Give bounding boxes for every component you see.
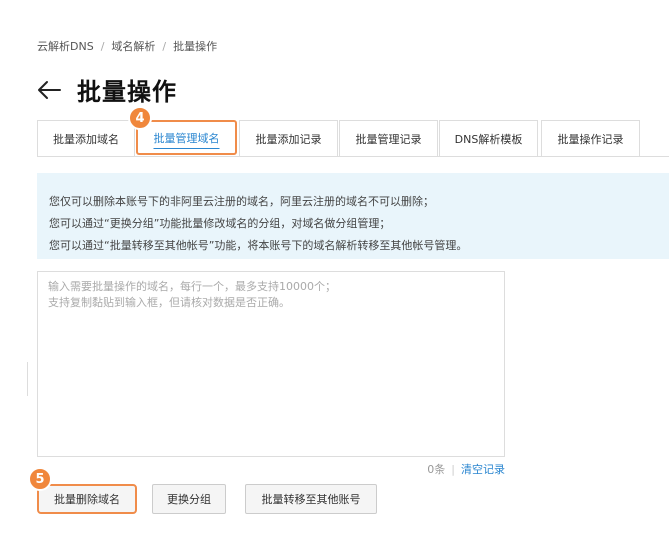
tab-dns-template[interactable]: DNS解析模板: [439, 120, 538, 157]
clear-records-link[interactable]: 清空记录: [461, 463, 505, 476]
breadcrumb-separator: /: [162, 39, 167, 53]
tab-label: 批量添加域名: [53, 132, 119, 146]
tab-batch-manage-domain[interactable]: 批量管理域名: [136, 120, 237, 155]
breadcrumb-item-batch: 批量操作: [173, 40, 218, 53]
notice-line: 您可以通过“更换分组”功能批量修改域名的分组，对域名做分组管理；: [49, 217, 391, 230]
divider-line: [27, 362, 28, 396]
tab-label: 批量操作记录: [557, 132, 624, 146]
notice-line: 您仅可以删除本账号下的非阿里云注册的域名，阿里云注册的域名不可以删除；: [49, 195, 434, 208]
info-notice: 您仅可以删除本账号下的非阿里云注册的域名，阿里云注册的域名不可以删除； 您可以通…: [37, 173, 669, 259]
tab-label: 批量管理记录: [355, 132, 422, 146]
title-row: 批量操作: [37, 72, 177, 107]
tab-label: DNS解析模板: [454, 132, 523, 146]
breadcrumb: 云解析DNS / 域名解析 / 批量操作: [37, 38, 217, 54]
counter-row: 0条 | 清空记录: [37, 461, 505, 477]
page-title: 批量操作: [77, 78, 177, 106]
domain-input[interactable]: [38, 272, 504, 456]
tab-batch-operation-log[interactable]: 批量操作记录: [541, 120, 640, 157]
breadcrumb-separator: /: [100, 39, 105, 53]
breadcrumb-item-dns[interactable]: 云解析DNS: [37, 38, 94, 54]
tab-label: 批量管理域名: [153, 131, 220, 145]
tab-label: 批量添加记录: [255, 132, 322, 146]
domain-input-wrapper: [37, 271, 505, 457]
tab-batch-add-domain[interactable]: 批量添加域名: [37, 120, 135, 157]
notice-line: 您可以通过“批量转移至其他帐号”功能，将本账号下的域名解析转移至其他帐号管理。: [49, 239, 468, 252]
counter-divider: |: [451, 463, 455, 476]
change-group-button[interactable]: 更换分组: [152, 484, 226, 514]
back-arrow-icon[interactable]: [37, 77, 63, 103]
tab-batch-add-record[interactable]: 批量添加记录: [239, 120, 338, 157]
step-badge-button: 5: [28, 467, 52, 491]
batch-delete-domain-button[interactable]: 批量删除域名: [37, 484, 137, 514]
transfer-account-button[interactable]: 批量转移至其他账号: [245, 484, 377, 514]
tab-batch-manage-record[interactable]: 批量管理记录: [339, 120, 438, 157]
step-badge-tab: 4: [128, 106, 152, 130]
line-count: 0条: [427, 463, 446, 476]
breadcrumb-item-domain-resolution[interactable]: 域名解析: [111, 38, 155, 54]
